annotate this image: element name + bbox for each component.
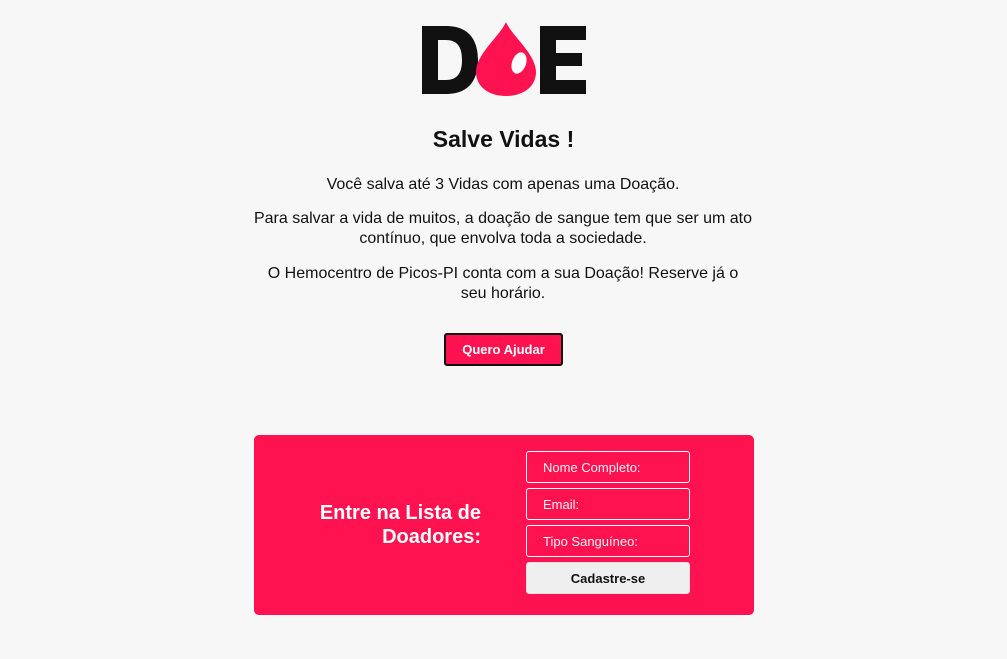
mission-paragraph: Para salvar a vida de muitos, a doação d… <box>253 210 753 247</box>
name-field[interactable] <box>526 451 690 483</box>
intro-paragraph: Você salva até 3 Vidas com apenas uma Do… <box>326 176 680 193</box>
donor-signup-form: Entre na Lista de Doadores: Cadastre-se <box>254 435 754 615</box>
logo-letter-e <box>540 26 586 94</box>
hemocentro-paragraph: O Hemocentro de Picos-PI conta com a sua… <box>267 265 739 302</box>
blood-drop-icon <box>476 22 536 96</box>
logo-letter-d <box>422 26 478 94</box>
doe-logo <box>422 22 586 96</box>
quero-ajudar-button[interactable]: Quero Ajudar <box>444 333 563 366</box>
page-title: Salve Vidas ! <box>432 126 575 152</box>
blood-type-field[interactable] <box>526 525 690 557</box>
signup-heading: Entre na Lista de Doadores: <box>319 502 481 548</box>
cadastre-se-button[interactable]: Cadastre-se <box>526 562 690 594</box>
email-field[interactable] <box>526 488 690 520</box>
page: Salve Vidas ! Você salva até 3 Vidas com… <box>0 0 1007 659</box>
